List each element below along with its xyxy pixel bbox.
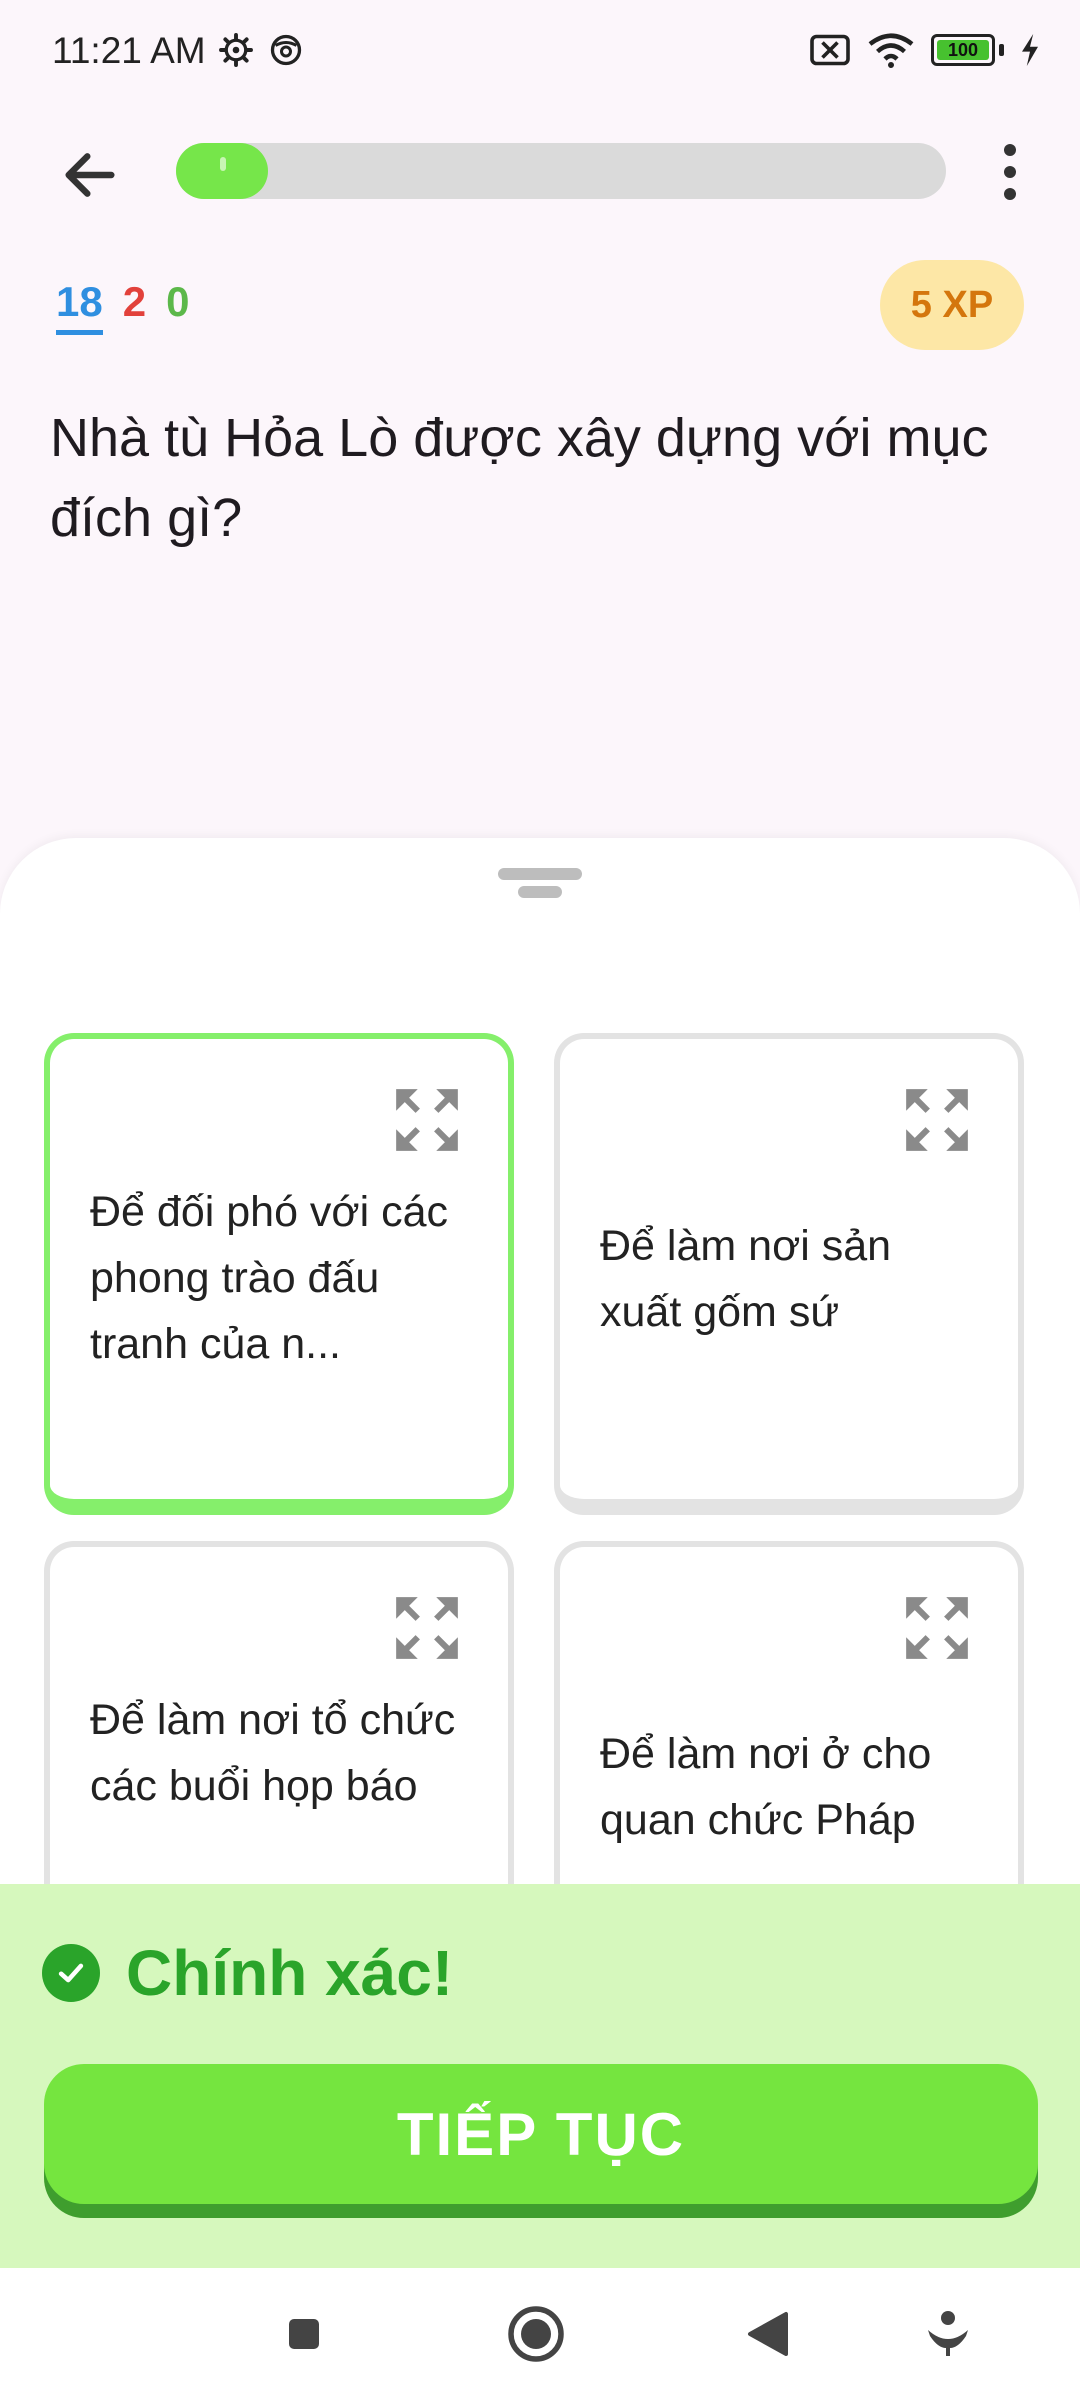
status-time: 11:21 AM xyxy=(52,30,206,71)
battery-cap xyxy=(999,44,1004,56)
feedback-row: Chính xác! xyxy=(42,1936,453,2010)
battery-level: 100 xyxy=(947,39,979,60)
sheet-drag-handle[interactable] xyxy=(498,868,582,898)
recents-button[interactable] xyxy=(268,2298,340,2370)
status-icons-left xyxy=(218,32,304,68)
progress-bar xyxy=(176,143,946,199)
feedback-text: Chính xác! xyxy=(126,1937,454,2009)
expand-icon[interactable] xyxy=(900,1083,974,1157)
answer-text-4: Để làm nơi ở cho quan chức Pháp xyxy=(600,1730,932,1844)
battery-icon: 100 xyxy=(931,34,995,66)
expand-icon[interactable] xyxy=(390,1083,464,1157)
progress-fill xyxy=(176,143,269,199)
wrong-count: 2 xyxy=(122,278,147,325)
vpn-icon xyxy=(270,34,302,66)
home-circle-icon xyxy=(508,2306,564,2362)
home-button[interactable] xyxy=(500,2298,572,2370)
skipped-count: 0 xyxy=(166,278,190,325)
feedback-panel: Chính xác! TIẾP TỤC xyxy=(0,1884,1080,2268)
answer-text-1: Để đối phó với các phong trào đấu tranh … xyxy=(90,1188,449,1368)
correct-count: 18 xyxy=(56,278,103,335)
back-nav-button[interactable] xyxy=(732,2298,804,2370)
recents-square-icon xyxy=(289,2319,319,2349)
expand-icon[interactable] xyxy=(900,1591,974,1665)
answer-card-1[interactable]: Để đối phó với các phong trào đấu tranh … xyxy=(44,1033,514,1515)
answer-text-3: Để làm nơi tổ chức các buổi họp báo xyxy=(90,1696,456,1810)
charging-icon xyxy=(1022,34,1038,66)
assistant-icon xyxy=(928,2311,968,2356)
check-circle-icon xyxy=(42,1944,100,2002)
continue-button[interactable]: TIẾP TỤC xyxy=(44,2064,1038,2204)
status-bar: 11:21 AM 100 xyxy=(0,0,1080,110)
answer-card-2[interactable]: Để làm nơi sản xuất gốm sứ xyxy=(554,1033,1024,1515)
no-sim-icon xyxy=(810,34,850,66)
answer-text-2: Để làm nơi sản xuất gốm sứ xyxy=(600,1222,892,1336)
status-icons-right: 100 xyxy=(809,32,1040,68)
settings-icon xyxy=(219,33,253,67)
more-options-button[interactable] xyxy=(990,140,1030,204)
xp-badge: 5 XP xyxy=(880,260,1024,350)
back-button[interactable] xyxy=(50,135,130,215)
score-stats: 18 2 0 xyxy=(56,278,189,335)
expand-icon[interactable] xyxy=(390,1591,464,1665)
more-vert-icon xyxy=(1004,144,1016,156)
system-nav-bar xyxy=(0,2268,1080,2400)
question-text: Nhà tù Hỏa Lò được xây dựng với mục đích… xyxy=(50,408,989,548)
back-triangle-icon xyxy=(748,2312,788,2356)
assistant-button[interactable] xyxy=(912,2298,984,2370)
wifi-icon xyxy=(868,33,914,68)
back-arrow-icon xyxy=(65,153,115,197)
